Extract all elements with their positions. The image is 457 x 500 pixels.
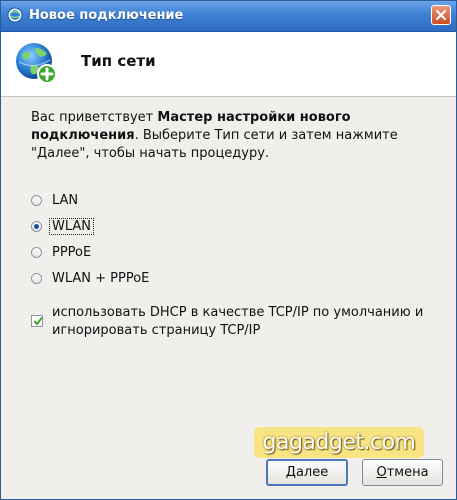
intro-text-before: Вас приветствует [31, 110, 158, 125]
radio-option-wlan-pppoe[interactable]: WLAN + PPPoE [31, 269, 151, 287]
wizard-header: Тип сети [1, 32, 456, 97]
radio-button-wlan-pppoe[interactable] [31, 272, 42, 284]
watermark-logo: gagadget.com [254, 427, 424, 458]
dialog-window: Новое подключение Тип сети Вас приветств… [0, 0, 457, 500]
page-title: Тип сети [81, 52, 156, 70]
radio-button-pppoe[interactable] [31, 246, 42, 258]
radio-label-wlan-pppoe: WLAN + PPPoE [52, 270, 150, 286]
title-bar[interactable]: Новое подключение [1, 1, 456, 32]
next-button[interactable]: Далее [266, 459, 348, 486]
dhcp-label: использовать DHCP в качестве TCP/IP по у… [52, 305, 424, 338]
radio-option-wlan[interactable]: WLAN [31, 217, 95, 235]
close-button[interactable] [431, 5, 451, 25]
radio-label-lan: LAN [52, 192, 79, 208]
network-globe-icon [7, 7, 23, 23]
radio-button-wlan[interactable] [31, 220, 42, 232]
globe-add-icon [16, 43, 57, 84]
close-icon [436, 10, 446, 20]
radio-button-lan[interactable] [31, 194, 42, 206]
dhcp-checkbox-row[interactable]: использовать DHCP в качестве TCP/IP по у… [31, 304, 441, 340]
dhcp-checkbox[interactable] [31, 315, 43, 327]
radio-option-lan[interactable]: LAN [31, 191, 80, 209]
radio-label-wlan: WLAN [48, 217, 95, 235]
next-button-label: алее [295, 465, 329, 480]
cancel-button-label: тмена [386, 465, 429, 480]
intro-text: Вас приветствует Мастер настройки нового… [31, 109, 431, 163]
window-title: Новое подключение [29, 8, 184, 23]
cancel-button-mnemonic: О [376, 465, 387, 480]
radio-label-pppoe: PPPoE [52, 244, 92, 260]
radio-option-pppoe[interactable]: PPPoE [31, 243, 93, 261]
checkmark-icon [33, 316, 43, 326]
next-button-mnemonic: Д [285, 465, 296, 480]
cancel-button[interactable]: Отмена [362, 459, 443, 486]
